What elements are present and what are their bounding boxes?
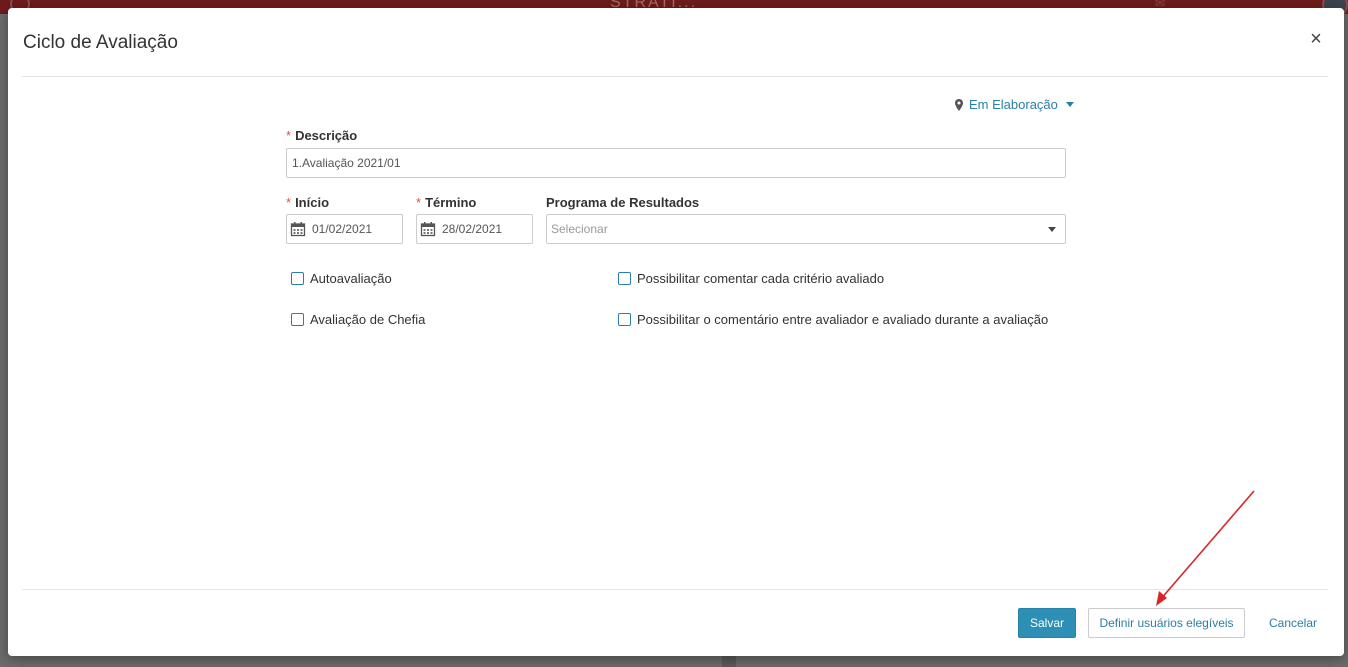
status-label: Em Elaboração	[969, 97, 1058, 112]
background-panel-edge	[722, 655, 736, 667]
comentario-avaliador-checkbox[interactable]: Possibilitar o comentário entre avaliado…	[618, 312, 1048, 327]
required-mark: *	[416, 195, 422, 210]
inicio-date-input[interactable]: 01/02/2021	[286, 214, 403, 244]
checkbox-icon	[291, 313, 304, 326]
programa-select[interactable]: Selecionar	[546, 214, 1066, 244]
descricao-value: 1.Avaliação 2021/01	[292, 156, 401, 170]
autoavaliacao-checkbox[interactable]: Autoavaliação	[291, 271, 392, 286]
map-pin-icon	[955, 98, 963, 111]
close-button[interactable]: ×	[1304, 28, 1328, 52]
inicio-value: 01/02/2021	[312, 222, 373, 236]
termino-label: * Término	[416, 195, 476, 210]
modal-title: Ciclo de Avaliação	[23, 32, 178, 53]
descricao-input[interactable]: 1.Avaliação 2021/01	[286, 148, 1066, 178]
checkbox-icon	[618, 272, 631, 285]
footer-divider	[22, 589, 1328, 590]
checkbox-label: Possibilitar o comentário entre avaliado…	[637, 312, 1049, 327]
termino-value: 28/02/2021	[442, 222, 503, 236]
programa-label-text: Programa de Resultados	[546, 195, 700, 210]
checkbox-label: Autoavaliação	[310, 271, 392, 286]
descricao-label-text: Descrição	[295, 128, 358, 143]
cancel-button[interactable]: Cancelar	[1260, 608, 1326, 638]
checkbox-icon	[291, 272, 304, 285]
chevron-down-icon	[1065, 102, 1074, 107]
status-dropdown[interactable]: Em Elaboração	[954, 97, 1074, 112]
comentar-criterio-checkbox[interactable]: Possibilitar comentar cada critério aval…	[618, 271, 884, 286]
cycle-modal: Ciclo de Avaliação × Em Elaboração * Desc…	[8, 8, 1344, 656]
required-mark: *	[286, 195, 292, 210]
inicio-label-text: Início	[295, 195, 330, 210]
checkbox-label: Possibilitar comentar cada critério aval…	[637, 271, 885, 286]
modal-header: Ciclo de Avaliação ×	[22, 8, 1328, 77]
calendar-icon	[290, 222, 306, 237]
chevron-down-icon	[1048, 227, 1056, 232]
checkbox-icon	[618, 313, 631, 326]
save-button[interactable]: Salvar	[1018, 608, 1076, 638]
programa-label: Programa de Resultados	[546, 195, 699, 210]
programa-placeholder: Selecionar	[551, 222, 608, 236]
close-icon: ×	[1310, 28, 1322, 50]
calendar-icon	[420, 222, 436, 237]
termino-label-text: Término	[425, 195, 477, 210]
inicio-label: * Início	[286, 195, 329, 210]
required-mark: *	[286, 128, 292, 143]
avaliacao-chefia-checkbox[interactable]: Avaliação de Chefia	[291, 312, 425, 327]
termino-date-input[interactable]: 28/02/2021	[416, 214, 533, 244]
define-eligible-users-button[interactable]: Definir usuários elegíveis	[1088, 608, 1245, 638]
descricao-label: * Descrição	[286, 128, 357, 143]
checkbox-label: Avaliação de Chefia	[310, 312, 426, 327]
